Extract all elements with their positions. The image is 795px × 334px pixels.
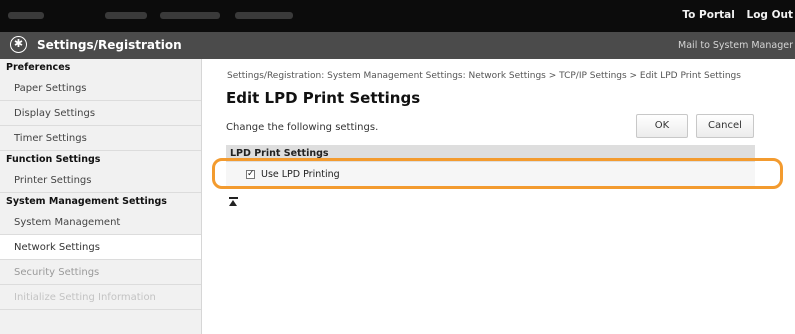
use-lpd-printing-row: ✓ Use LPD Printing [226, 162, 755, 187]
header-bar: ✱ Settings/Registration Mail to System M… [0, 32, 795, 59]
use-lpd-printing-label[interactable]: Use LPD Printing [261, 169, 340, 180]
sidebar-item-printer-settings[interactable]: Printer Settings [0, 168, 201, 193]
sidebar-item-initialize-setting-information[interactable]: Initialize Setting Information [0, 285, 201, 310]
blurred-info [105, 12, 147, 19]
sidebar-heading-system-management-settings: System Management Settings [6, 196, 167, 207]
mail-to-system-manager-link[interactable]: Mail to System Manager [678, 40, 793, 51]
sidebar-item-security-settings[interactable]: Security Settings [0, 260, 201, 285]
instruction-text: Change the following settings. [226, 122, 379, 133]
blurred-info [8, 12, 44, 19]
blurred-info [160, 12, 220, 19]
sidebar-item-network-settings[interactable]: Network Settings [0, 235, 201, 260]
scroll-to-top-icon[interactable] [229, 197, 238, 206]
page-title: Edit LPD Print Settings [226, 89, 421, 107]
blurred-info [235, 12, 293, 19]
sidebar: Preferences Paper Settings Display Setti… [0, 59, 202, 334]
settings-gear-icon: ✱ [10, 36, 27, 53]
sidebar-item-paper-settings[interactable]: Paper Settings [0, 76, 201, 101]
use-lpd-printing-checkbox[interactable]: ✓ [246, 170, 255, 179]
app-title: Settings/Registration [37, 38, 182, 52]
sidebar-heading-preferences: Preferences [6, 62, 71, 73]
top-links: To Portal Log Out [674, 9, 793, 21]
sidebar-item-display-settings[interactable]: Display Settings [0, 101, 201, 126]
sidebar-heading-function-settings: Function Settings [6, 154, 101, 165]
ok-button[interactable]: OK [636, 114, 688, 138]
section-heading-lpd-print-settings: LPD Print Settings [226, 145, 755, 162]
sidebar-item-system-management[interactable]: System Management [0, 210, 201, 235]
to-portal-link[interactable]: To Portal [682, 9, 734, 21]
log-out-link[interactable]: Log Out [747, 9, 794, 21]
cancel-button[interactable]: Cancel [696, 114, 754, 138]
sidebar-item-timer-settings[interactable]: Timer Settings [0, 126, 201, 151]
main-content: Settings/Registration: System Management… [202, 59, 795, 334]
breadcrumb: Settings/Registration: System Management… [227, 71, 741, 81]
top-bar: To Portal Log Out [0, 0, 795, 32]
